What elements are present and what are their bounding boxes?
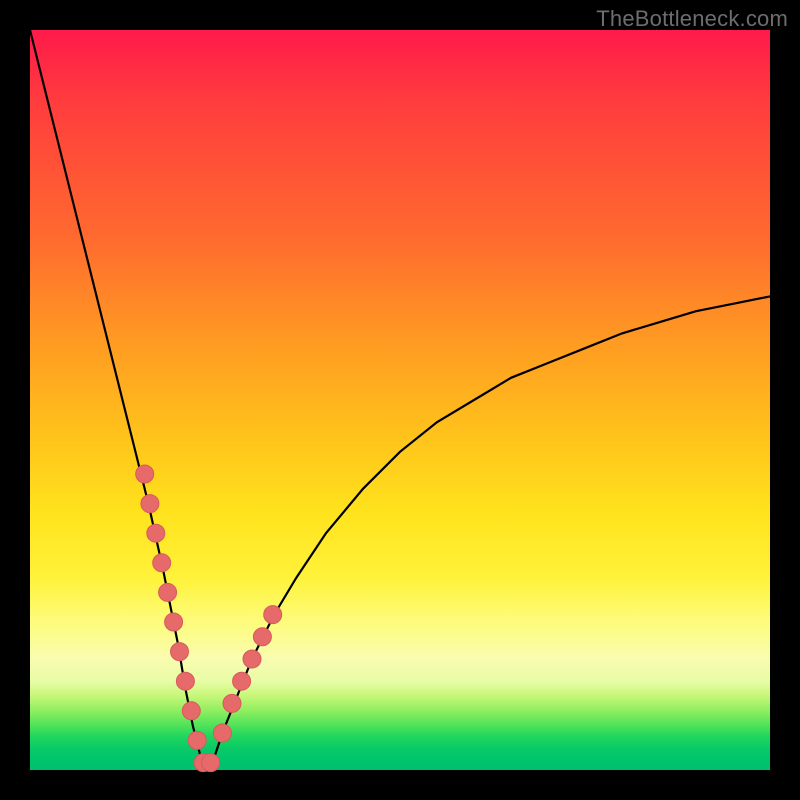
data-marker bbox=[159, 583, 177, 601]
data-marker bbox=[243, 650, 261, 668]
data-marker bbox=[233, 672, 251, 690]
data-marker bbox=[147, 524, 165, 542]
plot-area bbox=[30, 30, 770, 770]
data-marker bbox=[136, 465, 154, 483]
data-marker bbox=[213, 724, 231, 742]
data-marker bbox=[202, 754, 220, 772]
data-marker bbox=[171, 643, 189, 661]
data-marker bbox=[223, 694, 241, 712]
chart-frame: TheBottleneck.com bbox=[0, 0, 800, 800]
bottleneck-curve bbox=[30, 30, 770, 770]
data-marker bbox=[188, 731, 206, 749]
data-marker bbox=[153, 554, 171, 572]
data-marker bbox=[176, 672, 194, 690]
data-marker bbox=[253, 628, 271, 646]
data-marker bbox=[182, 702, 200, 720]
data-marker bbox=[141, 495, 159, 513]
watermark-text: TheBottleneck.com bbox=[596, 6, 788, 32]
data-marker bbox=[165, 613, 183, 631]
marker-group bbox=[136, 465, 282, 772]
data-marker bbox=[264, 606, 282, 624]
curve-layer bbox=[30, 30, 770, 770]
